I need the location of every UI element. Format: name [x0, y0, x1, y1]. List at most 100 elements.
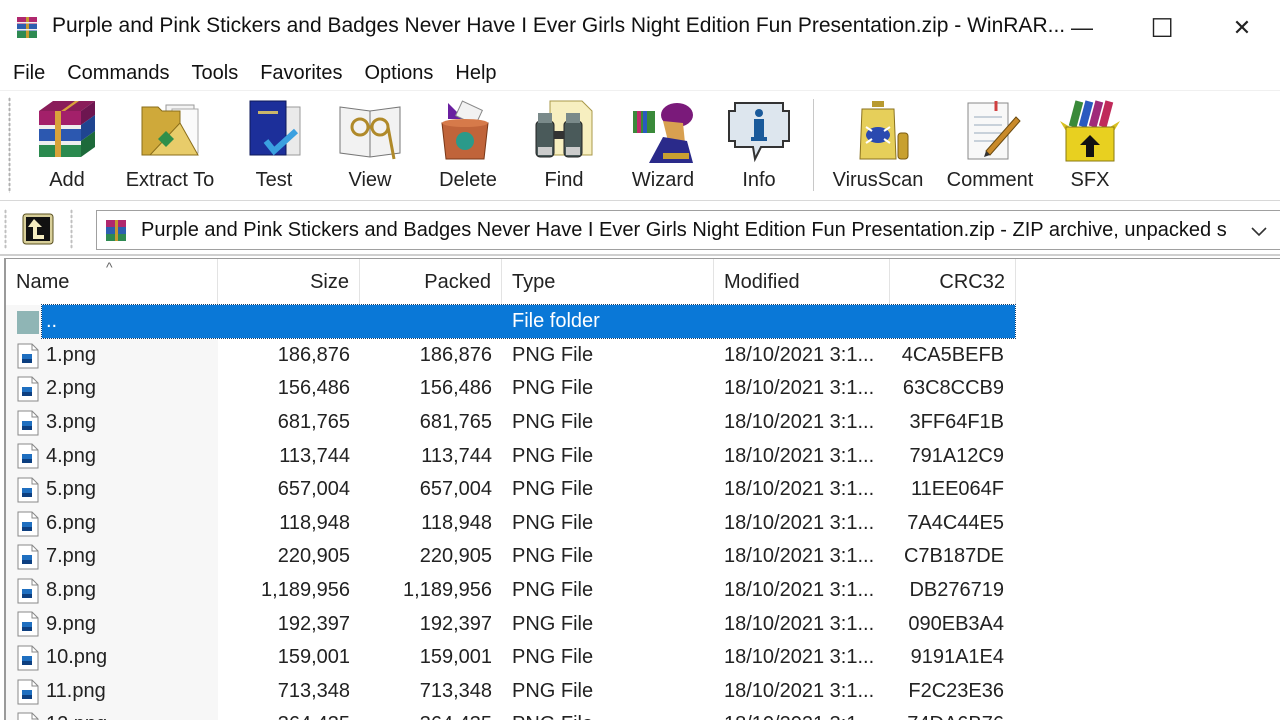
column-crc32[interactable]: CRC32: [890, 259, 1016, 305]
table-row[interactable]: 11.png 713,348 713,348 PNG File 18/10/2021 3…: [6, 675, 1016, 709]
test-book-check-icon: [249, 100, 301, 156]
maximize-icon: ☐: [1150, 12, 1174, 43]
file-size: 192,397: [277, 612, 350, 635]
column-header: Name ^ Size Packed Type Modified CRC32: [6, 259, 1016, 305]
png-file-icon: [17, 343, 39, 369]
column-packed[interactable]: Packed: [360, 259, 502, 305]
maximize-button[interactable]: ☐: [1122, 0, 1202, 56]
file-modified: 18/10/2021 3:1...: [724, 377, 875, 400]
file-packed: 156,486: [419, 377, 492, 400]
file-type: PNG File: [512, 511, 594, 534]
find-binoculars-icon: [535, 100, 593, 158]
table-row[interactable]: 5.png 657,004 657,004 PNG File 18/10/2021 3:…: [6, 473, 1016, 507]
table-row[interactable]: 3.png 681,765 681,765 PNG File 18/10/2021 3:…: [6, 406, 1016, 440]
table-row[interactable]: 4.png 113,744 113,744 PNG File 18/10/2021 3:…: [6, 439, 1016, 473]
png-file-icon: [17, 443, 39, 469]
toolbar-grip[interactable]: [8, 97, 11, 193]
file-type: PNG File: [512, 377, 594, 400]
chevron-down-icon[interactable]: [1247, 219, 1271, 243]
menu-favorites[interactable]: Favorites: [249, 62, 353, 85]
find-label: Find: [544, 169, 584, 191]
sort-ascending-icon: ^: [106, 259, 113, 275]
file-crc32: F2C23E36: [908, 679, 1004, 702]
png-file-icon: [17, 611, 39, 637]
png-file-icon: [17, 544, 39, 570]
file-type: PNG File: [512, 579, 594, 602]
address-grip-2[interactable]: [70, 209, 73, 249]
test-button[interactable]: Test: [236, 97, 312, 197]
menu-commands[interactable]: Commands: [56, 62, 180, 85]
file-crc32: 9191A1E4: [910, 646, 1004, 669]
table-row[interactable]: 1.png 186,876 186,876 PNG File 18/10/2021 3:…: [6, 339, 1016, 373]
wizard-button[interactable]: Wizard: [622, 97, 704, 197]
virusscan-button[interactable]: VirusScan: [830, 97, 926, 197]
view-book-glasses-icon: [339, 106, 401, 160]
file-packed: 1,189,956: [403, 579, 492, 602]
address-path-field[interactable]: Purple and Pink Stickers and Badges Neve…: [96, 210, 1280, 250]
file-size: 681,765: [277, 411, 350, 434]
wizard-icon: [633, 103, 693, 163]
file-packed: [360, 305, 492, 339]
extract-to-label: Extract To: [125, 169, 215, 191]
file-type: PNG File: [512, 444, 594, 467]
menu-file[interactable]: File: [2, 62, 56, 85]
file-modified: 18/10/2021 3:1...: [724, 708, 894, 720]
menu-bar: File Commands Tools Favorites Options He…: [0, 56, 1280, 90]
file-packed: 657,004: [419, 478, 492, 501]
test-label: Test: [255, 169, 293, 191]
file-modified: 18/10/2021 3:1...: [724, 511, 875, 534]
file-size: [218, 305, 350, 339]
file-type: PNG File: [512, 679, 594, 702]
file-size: 186,876: [277, 343, 350, 366]
up-folder-button[interactable]: [22, 213, 54, 245]
minimize-icon: —: [1071, 15, 1093, 40]
table-row[interactable]: 6.png 118,948 118,948 PNG File 18/10/2021 3:…: [6, 507, 1016, 541]
delete-button[interactable]: Delete: [430, 97, 506, 197]
table-row[interactable]: 9.png 192,397 192,397 PNG File 18/10/2021 3:…: [6, 607, 1016, 641]
menu-tools[interactable]: Tools: [181, 62, 250, 85]
window-title: Purple and Pink Stickers and Badges Neve…: [52, 14, 1066, 37]
file-name: 11.png: [46, 679, 106, 702]
column-size[interactable]: Size: [218, 259, 360, 305]
file-type: PNG File: [512, 545, 594, 568]
column-modified[interactable]: Modified: [714, 259, 890, 305]
file-packed: 186,876: [419, 343, 492, 366]
info-button[interactable]: Info: [722, 97, 796, 197]
file-crc32: C7B187DE: [903, 545, 1004, 568]
file-crc32: 63C8CCB9: [902, 377, 1004, 400]
file-modified: 18/10/2021 3:1...: [724, 545, 875, 568]
menu-help[interactable]: Help: [444, 62, 507, 85]
add-button[interactable]: Add: [26, 97, 108, 197]
address-path-text: Purple and Pink Stickers and Badges Neve…: [141, 219, 1227, 241]
table-row[interactable]: 2.png 156,486 156,486 PNG File 18/10/2021 3:…: [6, 372, 1016, 406]
close-button[interactable]: ✕: [1202, 0, 1280, 56]
view-button[interactable]: View: [330, 97, 410, 197]
png-file-icon: [17, 511, 39, 537]
file-crc32: 11EE064F: [910, 478, 1004, 501]
parent-folder-row[interactable]: .. File folder: [6, 304, 1016, 339]
toolbar-separator: [813, 99, 814, 191]
table-row[interactable]: 7.png 220,905 220,905 PNG File 18/10/2021 3:…: [6, 540, 1016, 574]
file-name: 7.png: [46, 545, 97, 568]
column-type[interactable]: Type: [502, 259, 714, 305]
find-button[interactable]: Find: [526, 97, 602, 197]
comment-button[interactable]: Comment: [940, 97, 1040, 197]
sfx-button[interactable]: SFX: [1058, 97, 1122, 197]
file-packed: 118,948: [421, 511, 492, 534]
extract-folder-icon: [141, 104, 199, 156]
file-type: PNG File: [512, 708, 712, 720]
file-modified: 18/10/2021 3:1...: [724, 679, 875, 702]
file-packed: 192,397: [419, 612, 492, 635]
table-row[interactable]: 8.png 1,189,956 1,189,956 PNG File 18/10/202…: [6, 574, 1016, 608]
file-packed: 364,435: [360, 708, 492, 720]
address-grip[interactable]: [4, 209, 7, 249]
file-packed: 681,765: [419, 411, 492, 434]
file-name: 12.png: [46, 708, 216, 720]
extract-to-button[interactable]: Extract To: [122, 97, 218, 197]
archive-icon: [106, 220, 126, 241]
table-row[interactable]: 12.png364,435364,435PNG File18/10/2021 3…: [6, 708, 1016, 720]
minimize-button[interactable]: —: [1042, 0, 1122, 56]
table-row[interactable]: 10.png 159,001 159,001 PNG File 18/10/2021 3…: [6, 641, 1016, 675]
file-size: 657,004: [277, 478, 350, 501]
menu-options[interactable]: Options: [353, 62, 444, 85]
